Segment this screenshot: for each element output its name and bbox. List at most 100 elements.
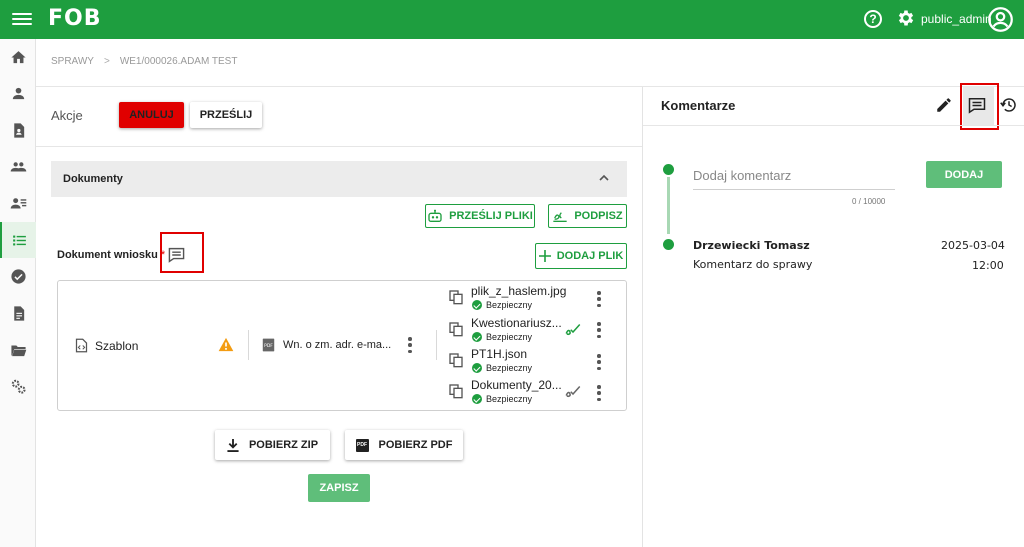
comment-date: 2025-03-04	[941, 239, 1005, 252]
pdf-icon: PDF	[355, 438, 369, 452]
signature-icon	[553, 212, 568, 222]
breadcrumb-root[interactable]: SPRAWY	[51, 56, 94, 67]
more-vert-icon[interactable]	[596, 385, 602, 401]
settings-cogs-icon	[11, 379, 26, 394]
timeline-dot	[663, 164, 674, 175]
add-comment-button[interactable]: DODAJ	[926, 161, 1002, 188]
edit-icon[interactable]	[935, 96, 953, 114]
help-icon[interactable]: ?	[864, 10, 882, 28]
copy-file-icon	[449, 322, 463, 337]
timeline-dot	[663, 239, 674, 250]
download-zip-button[interactable]: POBIERZ ZIP	[215, 430, 330, 460]
add-file-button[interactable]: DODAJ PLIK	[535, 243, 627, 269]
comments-panel	[642, 87, 1024, 547]
list-icon	[12, 235, 26, 245]
check-circle-icon	[10, 268, 26, 284]
documents-title: Dokumenty	[63, 173, 123, 185]
more-vert-icon[interactable]	[596, 291, 602, 307]
plus-icon	[538, 250, 551, 262]
chevron-right-icon: >	[103, 56, 110, 67]
send-files-button[interactable]: PRZEŚLIJ PLIKI	[425, 204, 535, 228]
security-status-label: Bezpieczny	[486, 363, 533, 373]
save-button[interactable]: ZAPISZ	[308, 474, 370, 502]
document-field-label-text: Dokument wniosku	[57, 249, 158, 261]
robot-icon	[428, 209, 442, 222]
comments-title: Komentarze	[661, 98, 736, 113]
document-field-label: Dokument wniosku *	[57, 249, 165, 261]
comment-text: Komentarz do sprawy	[693, 258, 813, 271]
check-circle-icon	[472, 300, 482, 310]
check-circle-icon	[472, 332, 482, 342]
folder-icon	[10, 345, 26, 356]
character-counter: 0 / 10000	[852, 197, 886, 206]
actions-divider	[36, 146, 642, 147]
download-zip-label: POBIERZ ZIP	[248, 439, 319, 451]
template-label: Szablon	[95, 339, 139, 353]
more-vert-icon[interactable]	[596, 354, 602, 370]
file-text-icon	[13, 305, 24, 321]
cancel-button[interactable]: ANULUJ	[119, 102, 184, 128]
gear-icon[interactable]	[896, 8, 916, 28]
file-name[interactable]: plik_z_haslem.jpg	[471, 284, 566, 298]
sidebar-item-person[interactable]	[0, 75, 36, 111]
copy-file-icon	[449, 353, 463, 368]
comment-icon[interactable]	[168, 247, 185, 263]
sign-label: PODPISZ	[574, 210, 623, 222]
sidebar-item-folder[interactable]	[0, 332, 36, 368]
security-status: Bezpieczny	[472, 300, 532, 310]
security-status: Bezpieczny	[472, 363, 532, 373]
documents-section-header[interactable]: Dokumenty	[51, 161, 627, 197]
svg-text:PDF: PDF	[264, 343, 273, 349]
sidebar-item-home[interactable]	[0, 39, 36, 75]
breadcrumb: SPRAWY > WE1/000026.ADAM TEST	[51, 56, 237, 67]
sidebar-item-file[interactable]	[0, 295, 36, 331]
copy-file-icon	[449, 290, 463, 305]
people-icon	[10, 161, 26, 171]
timeline-line	[667, 177, 670, 234]
comments-tab-highlight-box	[960, 83, 999, 130]
history-icon[interactable]	[1000, 96, 1018, 114]
file-name[interactable]: PT1H.json	[471, 347, 527, 361]
sidebar-item-person-list[interactable]	[0, 185, 36, 221]
more-vert-icon[interactable]	[407, 337, 413, 353]
generated-document-name[interactable]: Wn. o zm. adr. e-ma...	[283, 339, 391, 351]
sidebar-item-document-account[interactable]	[0, 112, 36, 148]
security-status: Bezpieczny	[472, 332, 532, 342]
signed-icon	[565, 323, 581, 336]
comment-author: Drzewiecki Tomasz	[693, 239, 810, 252]
send-files-label: PRZEŚLIJ PLIKI	[449, 210, 533, 222]
add-file-label: DODAJ PLIK	[556, 250, 624, 262]
security-status: Bezpieczny	[472, 394, 532, 404]
person-icon	[12, 87, 24, 99]
file-name[interactable]: Dokumenty_20...	[471, 378, 562, 392]
warning-icon	[218, 337, 234, 352]
download-pdf-button[interactable]: PDF POBIERZ PDF	[345, 430, 463, 460]
chevron-up-icon[interactable]	[599, 173, 609, 183]
person-list-icon	[10, 197, 26, 208]
file-name[interactable]: Kwestionariusz...	[471, 316, 562, 330]
download-pdf-label: POBIERZ PDF	[378, 439, 453, 451]
sign-button[interactable]: PODPISZ	[548, 204, 627, 228]
app-logo[interactable]: FOB	[48, 6, 102, 31]
sidebar-item-people[interactable]	[0, 148, 36, 184]
home-icon	[10, 50, 26, 63]
more-vert-icon[interactable]	[596, 322, 602, 338]
check-circle-icon	[472, 394, 482, 404]
security-status-label: Bezpieczny	[486, 394, 533, 404]
sidebar-item-check[interactable]	[0, 258, 36, 294]
card-divider	[436, 330, 437, 360]
sidebar-item-list[interactable]	[0, 222, 36, 258]
hamburger-icon[interactable]	[12, 10, 32, 28]
actions-label: Akcje	[51, 108, 83, 123]
signed-icon	[565, 385, 581, 398]
comment-input[interactable]: Dodaj komentarz	[693, 164, 895, 190]
breadcrumb-current: WE1/000026.ADAM TEST	[119, 56, 238, 67]
security-status-label: Bezpieczny	[486, 300, 533, 310]
comment-time: 12:00	[972, 259, 1004, 272]
send-button[interactable]: PRZEŚLIJ	[190, 102, 262, 128]
sidebar-item-settings[interactable]	[0, 368, 36, 404]
security-status-label: Bezpieczny	[486, 332, 533, 342]
user-name[interactable]: public_admin	[921, 12, 992, 26]
sidebar	[0, 39, 36, 547]
account-circle-icon[interactable]	[987, 6, 1014, 33]
